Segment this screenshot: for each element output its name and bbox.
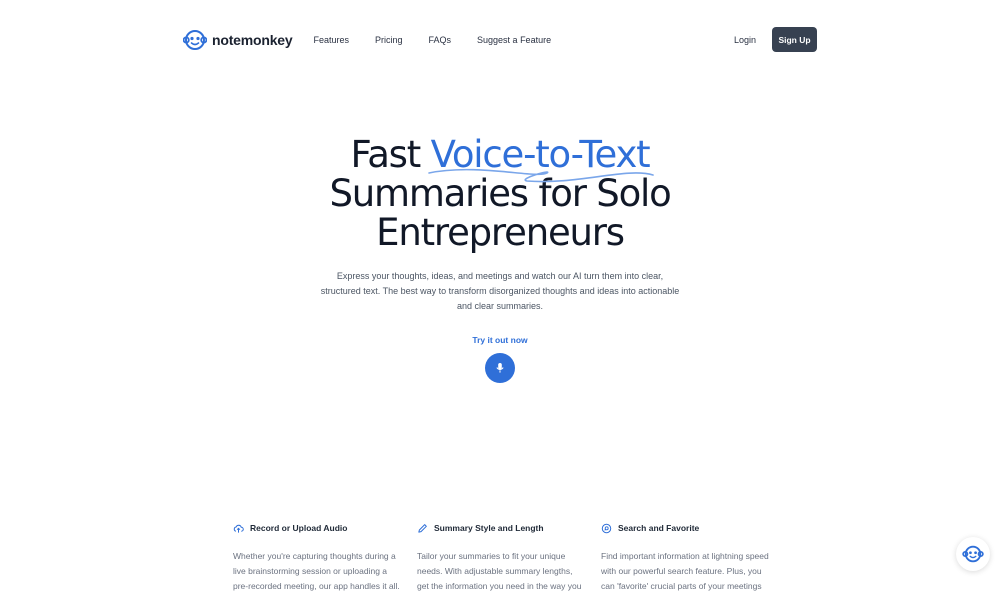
feature-header: Record or Upload Audio: [233, 521, 417, 535]
brand-logo-link[interactable]: notemonkey: [183, 28, 293, 52]
monkey-logo-icon: [183, 29, 207, 50]
try-it-label[interactable]: Try it out now: [0, 335, 1000, 345]
headline-accent-text: Voice-to-Text: [430, 133, 651, 176]
feature-summary-style: Summary Style and Length Tailor your sum…: [417, 521, 601, 594]
brand-name: notemonkey: [212, 31, 293, 48]
headline-accent: Voice-to-Text: [427, 133, 654, 183]
headline-line-2: Summaries for Solo: [329, 172, 671, 215]
features-row: Record or Upload Audio Whether you're ca…: [233, 521, 785, 594]
nav-links: Features Pricing FAQs Suggest a Feature: [313, 35, 577, 45]
feature-record-upload: Record or Upload Audio Whether you're ca…: [233, 521, 417, 594]
feature-title: Summary Style and Length: [434, 523, 544, 533]
feature-header: Summary Style and Length: [417, 521, 601, 535]
monkey-helper-icon: [962, 545, 984, 563]
hero-subtitle: Express your thoughts, ideas, and meetin…: [320, 271, 680, 311]
nav-link-features[interactable]: Features: [313, 35, 349, 45]
hero-section: Fast Voice-to-Text Summaries for Solo En…: [0, 135, 1000, 383]
feature-description: Whether you're capturing thoughts during…: [233, 551, 400, 591]
pencil-icon: [418, 523, 427, 533]
nav-auth: Login Sign Up: [734, 27, 817, 52]
feature-search-favorite: Search and Favorite Find important infor…: [601, 521, 785, 594]
search-icon: [601, 523, 612, 533]
hero-headline: Fast Voice-to-Text Summaries for Solo En…: [0, 135, 1000, 252]
feature-description: Find important information at lightning …: [601, 551, 769, 591]
record-mic-button[interactable]: [485, 353, 515, 383]
feature-header: Search and Favorite: [601, 521, 785, 535]
cloud-upload-icon: [233, 524, 244, 533]
nav-link-suggest-feature[interactable]: Suggest a Feature: [477, 35, 551, 45]
nav-link-pricing[interactable]: Pricing: [375, 35, 403, 45]
headline-prefix: Fast: [350, 133, 431, 176]
top-navigation: notemonkey Features Pricing FAQs Suggest…: [183, 27, 817, 52]
nav-link-faqs[interactable]: FAQs: [429, 35, 452, 45]
feature-description: Tailor your summaries to fit your unique…: [417, 551, 582, 591]
headline-line-1: Fast Voice-to-Text: [0, 133, 1000, 183]
feature-title: Search and Favorite: [618, 523, 700, 533]
login-link[interactable]: Login: [734, 35, 756, 45]
sign-up-button[interactable]: Sign Up: [772, 27, 817, 52]
microphone-icon: [496, 363, 504, 373]
feature-title: Record or Upload Audio: [250, 523, 348, 533]
floating-help-button[interactable]: [956, 537, 990, 571]
headline-line-3: Entrepreneurs: [376, 211, 625, 254]
